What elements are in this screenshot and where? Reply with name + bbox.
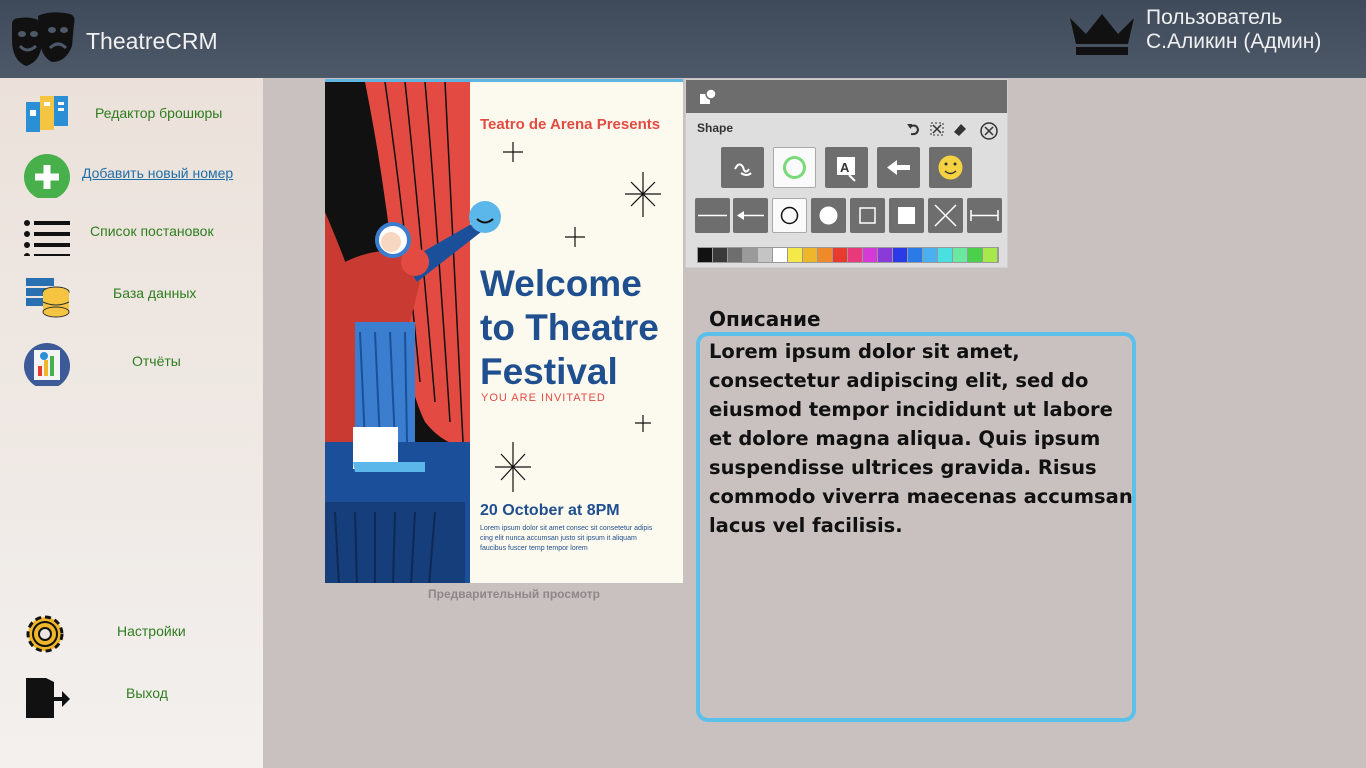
- color-swatch[interactable]: [788, 248, 803, 262]
- color-swatch[interactable]: [923, 248, 938, 262]
- sidebar-item-label: Список постановок: [90, 223, 214, 239]
- select-icon[interactable]: [929, 121, 945, 137]
- text-icon: A: [837, 157, 856, 182]
- close-icon[interactable]: [980, 122, 998, 140]
- line-button[interactable]: [695, 198, 730, 233]
- color-swatch[interactable]: [833, 248, 848, 262]
- color-swatch[interactable]: [848, 248, 863, 262]
- preview-caption: Предварительный просмотр: [428, 587, 600, 601]
- sidebar-item-label: Редактор брошюры: [95, 105, 223, 121]
- sidebar-item-exit[interactable]: Выход: [0, 666, 263, 722]
- sidebar-item-add-new[interactable]: Добавить новый номер: [0, 146, 263, 202]
- color-swatch[interactable]: [743, 248, 758, 262]
- sidebar-item-label: Настройки: [117, 623, 186, 639]
- color-swatch[interactable]: [698, 248, 713, 262]
- color-swatch[interactable]: [983, 248, 998, 262]
- circle-outline-button[interactable]: [772, 198, 807, 233]
- sidebar: Редактор брошюры Добавить новый номер Сп…: [0, 78, 263, 768]
- color-swatch[interactable]: [773, 248, 788, 262]
- color-swatch[interactable]: [803, 248, 818, 262]
- line-icon: [698, 214, 727, 217]
- color-swatch[interactable]: [818, 248, 833, 262]
- exit-icon: [26, 678, 70, 718]
- sidebar-item-label: Отчёты: [132, 353, 181, 369]
- color-swatch[interactable]: [893, 248, 908, 262]
- color-swatch[interactable]: [713, 248, 728, 262]
- sidebar-item-label: Выход: [126, 685, 168, 701]
- shape-tool-button[interactable]: [773, 147, 816, 188]
- sidebar-item-productions[interactable]: Список постановок: [0, 204, 263, 260]
- freehand-tool-button[interactable]: [721, 147, 764, 188]
- cross-button[interactable]: [928, 198, 963, 233]
- circle-filled-icon: [819, 206, 838, 225]
- sidebar-item-database[interactable]: База данных: [0, 266, 263, 322]
- reports-icon: [24, 343, 70, 386]
- measure-line-icon: [970, 210, 999, 221]
- poster-presents: Teatro de Arena Presents: [480, 116, 661, 133]
- user-info[interactable]: Пользователь С.Аликин (Админ): [1146, 6, 1321, 54]
- color-swatch[interactable]: [938, 248, 953, 262]
- shape-toolbar: Shape A: [685, 79, 1008, 268]
- square-filled-button[interactable]: [889, 198, 924, 233]
- color-swatch[interactable]: [908, 248, 923, 262]
- description-label: Описание: [709, 307, 821, 331]
- color-swatch[interactable]: [968, 248, 983, 262]
- undo-icon[interactable]: [905, 121, 921, 137]
- svg-text:A: A: [840, 160, 850, 175]
- database-icon: [26, 278, 70, 318]
- arrow-line-icon: [737, 211, 764, 220]
- user-name: С.Аликин (Админ): [1146, 30, 1322, 53]
- color-swatch[interactable]: [878, 248, 893, 262]
- list-icon: [24, 220, 70, 256]
- header-bar: TheatreCRM Пользователь С.Аликин (Админ): [0, 0, 1366, 78]
- sidebar-item-label: База данных: [113, 285, 197, 301]
- arrow-left-icon: [887, 160, 910, 175]
- arrow-tool-button[interactable]: [877, 147, 920, 188]
- sidebar-item-brochure-editor[interactable]: Редактор брошюры: [0, 86, 263, 142]
- color-palette: [697, 247, 999, 263]
- square-outline-button[interactable]: [850, 198, 885, 233]
- brochure-icon: [26, 96, 68, 132]
- crown-icon: [1070, 14, 1134, 55]
- circle-outline-icon: [780, 206, 799, 225]
- shape-toolbar-title: Shape: [697, 121, 734, 135]
- sidebar-item-label: Добавить новый номер: [82, 165, 234, 181]
- sticker-tool-button[interactable]: [929, 147, 972, 188]
- theatre-masks-icon: [12, 12, 75, 66]
- measure-line-button[interactable]: [967, 198, 1002, 233]
- gear-icon: [26, 615, 64, 653]
- poster-subheadline: YOU ARE INVITATED: [481, 392, 606, 404]
- app-title: TheatreCRM: [86, 28, 218, 54]
- shapes-icon: [700, 88, 717, 104]
- color-swatch[interactable]: [758, 248, 773, 262]
- square-filled-icon: [898, 207, 915, 224]
- text-tool-button[interactable]: A: [825, 147, 868, 188]
- poster-date: 20 October at 8PM: [480, 502, 620, 519]
- square-outline-icon: [859, 207, 876, 224]
- description-text[interactable]: Lorem ipsum dolor sit amet, consectetur …: [709, 337, 1134, 540]
- sidebar-item-reports[interactable]: Отчёты: [0, 334, 263, 390]
- brochure-preview[interactable]: Teatro de Arena Presents Welcome to Thea…: [325, 79, 683, 583]
- poster-headline: Welcome to Theatre Festival: [480, 263, 659, 392]
- cross-icon: [934, 204, 957, 227]
- shape-toolbar-titlebar[interactable]: [686, 80, 1007, 113]
- sidebar-item-settings[interactable]: Настройки: [0, 604, 263, 660]
- color-swatch[interactable]: [863, 248, 878, 262]
- poster-body-text: Lorem ipsum dolor sit amet consec sit co…: [480, 525, 653, 552]
- freehand-icon: [734, 163, 752, 176]
- smiley-icon: [938, 155, 963, 180]
- circle-outline-icon: [783, 156, 806, 179]
- user-role: Пользователь: [1146, 6, 1283, 29]
- eraser-icon[interactable]: [952, 121, 968, 137]
- color-swatch[interactable]: [953, 248, 968, 262]
- arrow-line-button[interactable]: [733, 198, 768, 233]
- plus-circle-icon: [24, 154, 70, 198]
- circle-filled-button[interactable]: [811, 198, 846, 233]
- color-swatch[interactable]: [728, 248, 743, 262]
